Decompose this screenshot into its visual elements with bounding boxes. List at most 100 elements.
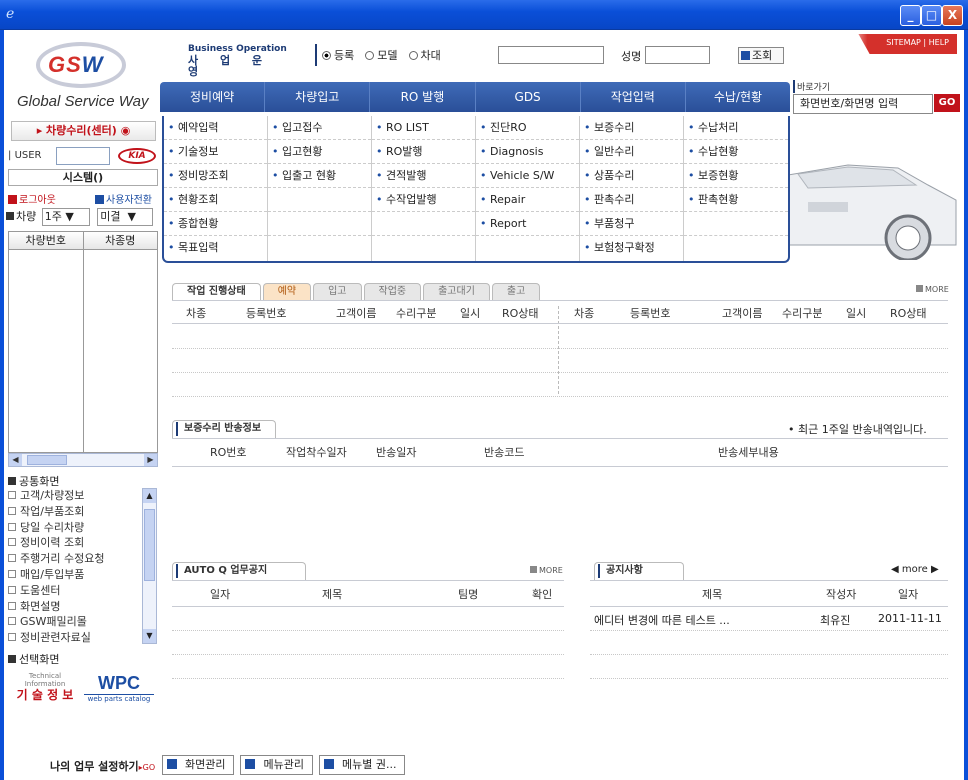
work-table-header-left: 차종 등록번호 고객이름 수리구분 일시 RO상태 xyxy=(186,307,539,320)
list-item[interactable]: 정비이력 조회 xyxy=(8,535,158,551)
user-input[interactable] xyxy=(56,147,110,165)
radio-model[interactable]: 모델 xyxy=(365,47,398,63)
close-button[interactable]: X xyxy=(942,5,963,26)
menu-item[interactable]: 보증수리 xyxy=(580,116,683,140)
list-item[interactable]: 정비관련자료실 xyxy=(8,630,158,644)
list-item[interactable]: 당일 수리차량 xyxy=(8,520,158,536)
menu-item[interactable]: RO발행 xyxy=(372,140,475,164)
car-label: 차량 xyxy=(16,210,37,223)
list-item[interactable]: 작업/부품조회 xyxy=(8,504,158,520)
my-work-settings[interactable]: 나의 업무 설정하기▸GO xyxy=(50,758,155,774)
horizontal-scrollbar[interactable]: ◀ ▶ xyxy=(8,453,158,467)
menu-item[interactable]: 목표입력 xyxy=(164,236,267,260)
menu-item[interactable]: 견적발행 xyxy=(372,164,475,188)
lookup-button[interactable]: 조회 xyxy=(738,47,784,64)
wpc-link[interactable]: WPC web parts catalog xyxy=(84,672,154,708)
work-table-header-right: 차종 등록번호 고객이름 수리구분 일시 RO상태 xyxy=(574,307,927,320)
warranty-table-header: RO번호 작업착수일자 반송일자 반송코드 반송세부내용 xyxy=(210,446,779,459)
screen-icon xyxy=(167,759,177,769)
nav-item[interactable]: 수납/현황 xyxy=(686,82,790,112)
menu-item[interactable]: 보증현황 xyxy=(684,164,788,188)
list-item[interactable]: 고객/차량정보 xyxy=(8,488,158,504)
autoq-more-link[interactable]: MORE xyxy=(530,566,563,575)
name-input[interactable] xyxy=(645,46,710,64)
week-select[interactable]: 1주 ▼ xyxy=(41,208,90,226)
menu-item[interactable]: 정비망조회 xyxy=(164,164,267,188)
shortcut-input[interactable]: 화면번호/화면명 입력 xyxy=(793,94,933,114)
menu-item[interactable]: 상품수리 xyxy=(580,164,683,188)
tab-work-status[interactable]: 작업 진행상태 xyxy=(172,283,261,300)
list-item[interactable]: 매입/투입부품 xyxy=(8,567,158,583)
minimize-button[interactable]: _ xyxy=(900,5,921,26)
name-label: 성명 xyxy=(621,50,642,63)
screen-tab[interactable]: 메뉴관리 xyxy=(240,755,313,775)
menu-item[interactable]: 현황조회 xyxy=(164,188,267,212)
user-label: | USER xyxy=(8,150,42,161)
menu-item[interactable]: Diagnosis xyxy=(476,140,579,164)
nav-item[interactable]: 작업입력 xyxy=(581,82,686,112)
scroll-up-icon[interactable]: ▲ xyxy=(143,489,156,503)
tab-released[interactable]: 출고 xyxy=(491,283,541,300)
table-row[interactable]: 에디터 변경에 따른 테스트 ... 최유진 2011-11-11 xyxy=(594,612,948,628)
menu-item[interactable]: 입고현황 xyxy=(268,140,371,164)
menu-item[interactable]: 보험청구확정 xyxy=(580,236,683,260)
logout-link[interactable]: 로그아웃 xyxy=(8,191,56,206)
switch-icon xyxy=(95,195,104,204)
radio-register[interactable]: 등록 xyxy=(322,47,354,63)
scroll-down-icon[interactable]: ▼ xyxy=(143,629,156,643)
kia-logo: KIA xyxy=(118,148,156,164)
menu-item[interactable]: Report xyxy=(476,212,579,236)
screen-tab[interactable]: 화면관리 xyxy=(162,755,235,775)
menu-item[interactable]: 예약입력 xyxy=(164,116,267,140)
menu-item[interactable]: 판촉현황 xyxy=(684,188,788,212)
title-bar xyxy=(0,0,968,30)
menu-item[interactable]: 기술정보 xyxy=(164,140,267,164)
nav-item[interactable]: GDS xyxy=(476,82,581,112)
go-button[interactable]: GO xyxy=(934,94,960,112)
work-more-link[interactable]: MORE xyxy=(916,285,949,294)
menu-item[interactable]: 진단RO xyxy=(476,116,579,140)
menu-item[interactable]: 부품청구 xyxy=(580,212,683,236)
scroll-left-icon[interactable]: ◀ xyxy=(9,454,22,466)
menu-item[interactable]: 수납현황 xyxy=(684,140,788,164)
notice-table-header: 제목 작성자 일자 xyxy=(702,588,919,601)
nav-item[interactable]: RO 발행 xyxy=(370,82,476,112)
tab-in-progress[interactable]: 작업중 xyxy=(363,283,422,300)
screen-tab[interactable]: 메뉴별 권... xyxy=(318,755,406,775)
tab-awaiting-release[interactable]: 출고대기 xyxy=(423,283,490,300)
list-item[interactable]: 화면설명 xyxy=(8,599,158,615)
menu-item[interactable]: 수작업발행 xyxy=(372,188,475,212)
scroll-right-icon[interactable]: ▶ xyxy=(144,454,157,466)
search-icon xyxy=(741,51,750,60)
menu-item[interactable]: Repair xyxy=(476,188,579,212)
nav-item[interactable]: 정비예약 xyxy=(160,82,266,112)
menu-item[interactable]: 판촉수리 xyxy=(580,188,683,212)
radio-chassis[interactable]: 차대 xyxy=(408,47,441,63)
tab-reservation[interactable]: 예약 xyxy=(262,283,312,300)
menu-item[interactable]: RO LIST xyxy=(372,116,475,140)
vertical-scrollbar[interactable]: ▲ ▼ xyxy=(142,488,157,644)
center-select-button[interactable]: ▸ 차량수리(센터) ◉ xyxy=(11,121,156,141)
list-item[interactable]: 주행거리 수정요청 xyxy=(8,551,158,567)
notice-title: 공지사항 xyxy=(598,564,643,578)
menu-item[interactable]: Vehicle S/W xyxy=(476,164,579,188)
tab-intake[interactable]: 입고 xyxy=(313,283,362,300)
list-item[interactable]: 도움센터 xyxy=(8,583,158,599)
list-item[interactable]: GSW패밀리몰 xyxy=(8,614,158,630)
menu-item[interactable]: 일반수리 xyxy=(580,140,683,164)
common-screen-title: 공통화면 xyxy=(8,473,59,489)
autoq-table-header: 일자 제목 팀명 확인 xyxy=(210,588,553,601)
tech-info-link[interactable]: Technical Information 기 술 정 보 xyxy=(12,672,78,708)
maximize-button[interactable]: □ xyxy=(921,5,942,26)
status-select[interactable]: 미결 ▼ xyxy=(97,208,154,226)
menu-item[interactable]: 입출고 현황 xyxy=(268,164,371,188)
nav-item[interactable]: 차량입고 xyxy=(265,82,371,112)
user-switch-link[interactable]: 사용자전환 xyxy=(95,191,152,206)
notice-more-link[interactable]: ◀ more ▶ xyxy=(891,564,939,575)
autoq-title: AUTO Q 업무공지 xyxy=(176,564,267,578)
search-input[interactable] xyxy=(498,46,604,64)
ie-icon: e xyxy=(6,6,15,22)
menu-item[interactable]: 입고접수 xyxy=(268,116,371,140)
menu-item[interactable]: 종합현황 xyxy=(164,212,267,236)
menu-item[interactable]: 수납처리 xyxy=(684,116,788,140)
